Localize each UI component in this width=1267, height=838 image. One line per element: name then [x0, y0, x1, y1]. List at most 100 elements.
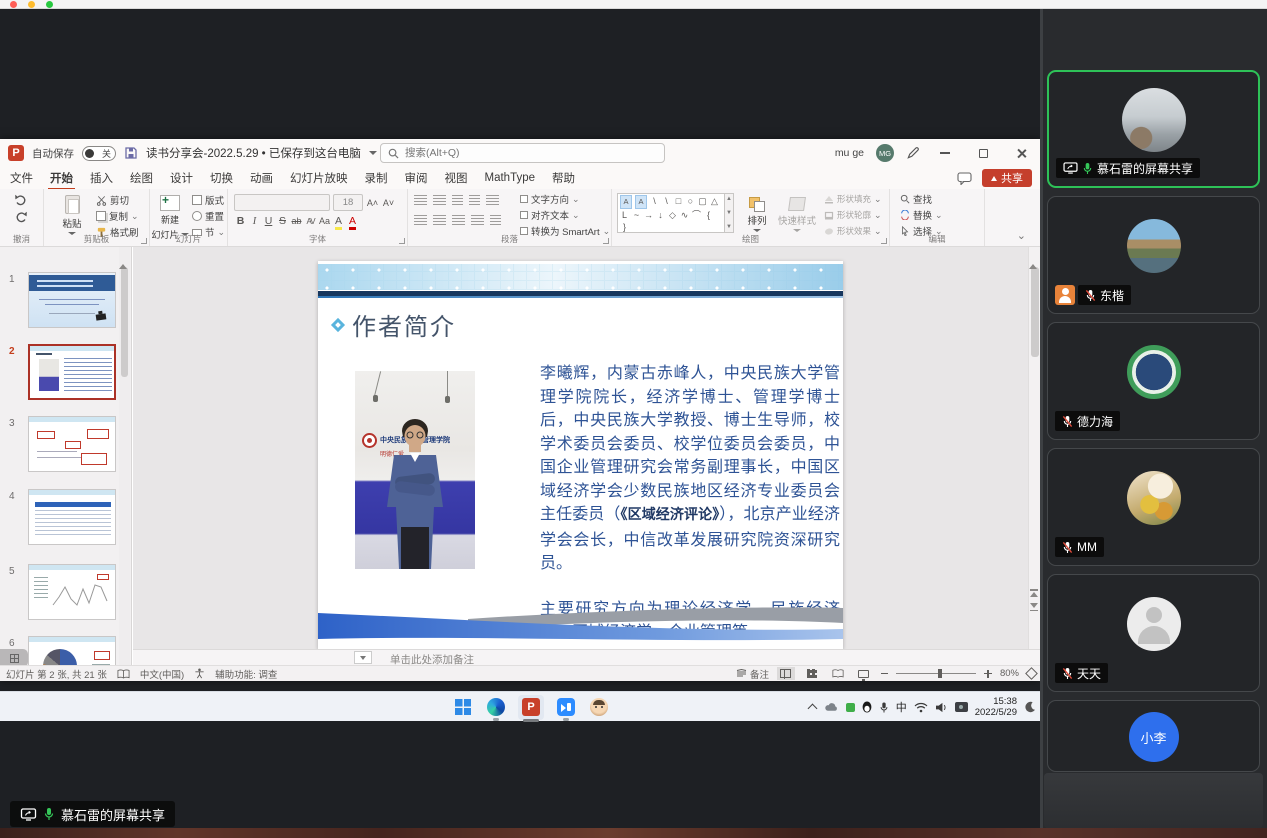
shape-outline-button[interactable]: 形状轮廓⌄ — [824, 208, 882, 222]
triangle-shape-icon[interactable]: △ — [710, 195, 719, 209]
focus-assist-moon-icon[interactable] — [1024, 701, 1036, 713]
align-center-icon[interactable] — [433, 215, 446, 226]
zoom-out-button[interactable] — [881, 673, 888, 675]
tab-file[interactable]: 文件 — [10, 170, 33, 186]
bullets-icon[interactable] — [414, 195, 427, 206]
line-spacing-icon[interactable] — [486, 195, 499, 206]
accessibility-button[interactable] — [194, 668, 205, 679]
onedrive-cloud-icon[interactable] — [824, 702, 839, 712]
arrange-button[interactable]: 排列 — [740, 193, 774, 232]
curve-connector-icon[interactable]: ~ — [632, 209, 641, 221]
camera-tray-icon[interactable] — [955, 702, 968, 712]
mac-minimize-button[interactable] — [28, 1, 35, 8]
decrease-indent-icon[interactable] — [452, 195, 463, 206]
title-dropdown-icon[interactable] — [369, 151, 377, 155]
fit-to-window-icon[interactable] — [1025, 667, 1038, 680]
arrow-shape-icon[interactable]: \ — [662, 195, 671, 209]
thumbnail-scrollbar[interactable] — [119, 247, 130, 665]
slide-sorter-view-button[interactable] — [803, 667, 821, 680]
italic-button[interactable] — [248, 215, 261, 227]
oval-shape-icon[interactable]: ○ — [686, 195, 695, 209]
participant-tile[interactable]: 东楷 — [1047, 196, 1260, 314]
powerpoint-taskbar-button[interactable]: P — [518, 695, 544, 720]
search-box[interactable] — [380, 143, 665, 163]
dialog-launcher-icon[interactable] — [881, 238, 887, 244]
participant-tile-sharing[interactable]: 慕石雷的屏幕共享 — [1047, 70, 1260, 188]
tab-draw[interactable]: 绘图 — [130, 170, 153, 186]
zoom-slider[interactable] — [896, 673, 976, 674]
search-input[interactable] — [405, 147, 635, 159]
scrollbar-thumb[interactable] — [121, 267, 128, 377]
strikethrough-button[interactable] — [276, 215, 289, 227]
copy-button[interactable]: 复制 ⌄ — [96, 209, 139, 223]
reset-button[interactable]: 重置 — [192, 209, 225, 223]
tab-view[interactable]: 视图 — [445, 170, 468, 186]
shapes-gallery[interactable]: A A \ \ □ ○ ▢ △ L ~ → ↓ ◇ ∿ ⌒ — [617, 193, 725, 233]
textbox-vertical-icon[interactable]: A — [635, 195, 647, 209]
character-spacing-button[interactable] — [304, 215, 317, 227]
shape-fill-button[interactable]: 形状填充⌄ — [824, 192, 882, 206]
tray-overflow-chevron-icon[interactable] — [809, 703, 817, 711]
elbow-connector-icon[interactable]: L — [620, 209, 629, 221]
brace-left-shape-icon[interactable]: { — [704, 209, 713, 221]
numbering-icon[interactable] — [433, 195, 446, 206]
autosave-toggle[interactable]: 关 — [82, 146, 116, 161]
taskbar-clock[interactable]: 15:38 2022/5/29 — [975, 696, 1017, 718]
slide-body-text[interactable]: 李曦辉，内蒙古赤峰人，中央民族大学管理学院院长，经济学博士、管理学博士后，中央民… — [540, 361, 840, 644]
tab-review[interactable]: 审阅 — [405, 170, 428, 186]
increase-indent-icon[interactable] — [469, 195, 480, 206]
cut-button[interactable]: 剪切 — [96, 193, 139, 207]
justify-icon[interactable] — [471, 215, 484, 226]
pen-mode-icon[interactable] — [906, 146, 920, 160]
tab-home[interactable]: 开始 — [50, 170, 73, 186]
layout-button[interactable]: 版式 — [192, 193, 225, 207]
rounded-rect-shape-icon[interactable]: ▢ — [698, 195, 707, 209]
parallelogram-shape-icon[interactable]: ◇ — [668, 209, 677, 221]
columns-icon[interactable] — [490, 215, 501, 226]
normal-view-button[interactable] — [777, 667, 795, 680]
dialog-launcher-icon[interactable] — [399, 238, 405, 244]
zoom-in-button[interactable] — [984, 670, 992, 678]
tab-slideshow[interactable]: 幻灯片放映 — [290, 170, 348, 186]
bold-button[interactable] — [234, 215, 247, 227]
zoom-slider-thumb[interactable] — [938, 669, 942, 678]
slide-canvas[interactable]: 作者简介 中央民族大学管理学院 明德仁爱 — [318, 261, 843, 649]
text-shadow-button[interactable] — [290, 215, 303, 227]
slide-thumbnail-5[interactable] — [28, 564, 116, 620]
change-case-button[interactable] — [318, 215, 331, 227]
dialog-launcher-icon[interactable] — [603, 238, 609, 244]
collapse-ribbon-icon[interactable]: ⌄ — [1017, 229, 1026, 242]
tab-insert[interactable]: 插入 — [90, 170, 113, 186]
slide-thumbnail-1[interactable] — [28, 272, 116, 328]
down-arrow-shape-icon[interactable]: ↓ — [656, 209, 665, 221]
tab-mathtype[interactable]: MathType — [485, 172, 536, 184]
rectangle-shape-icon[interactable]: □ — [674, 195, 683, 209]
zoom-level[interactable]: 80% — [1000, 668, 1019, 679]
notes-pane[interactable]: 单击此处添加备注 — [133, 649, 1040, 665]
wechat-tray-icon[interactable] — [846, 703, 855, 712]
tab-animations[interactable]: 动画 — [250, 170, 273, 186]
author-photo[interactable]: 中央民族大学管理学院 明德仁爱 — [355, 371, 475, 569]
document-title[interactable]: 读书分享会-2022.5.29 • 已保存到这台电脑 — [146, 145, 361, 161]
tab-design[interactable]: 设计 — [170, 170, 193, 186]
mac-close-button[interactable] — [10, 1, 17, 8]
save-icon[interactable] — [124, 146, 138, 160]
mac-zoom-button[interactable] — [46, 1, 53, 8]
participant-tile[interactable]: 天天 — [1047, 574, 1260, 692]
slide-thumbnail-6[interactable] — [28, 636, 116, 665]
participant-tile[interactable]: 德力海 — [1047, 322, 1260, 440]
quick-styles-button[interactable]: 快速样式 — [774, 193, 820, 232]
redo-button[interactable] — [14, 211, 28, 223]
find-button[interactable]: 查找 — [900, 192, 943, 206]
wifi-icon[interactable] — [914, 702, 928, 713]
previous-slide-button[interactable] — [1030, 589, 1038, 597]
font-color-button[interactable] — [346, 215, 359, 227]
align-left-icon[interactable] — [414, 215, 427, 226]
slide-title[interactable]: 作者简介 — [330, 307, 456, 342]
slide-thumbnail-3[interactable] — [28, 416, 116, 472]
share-button[interactable]: 共享 — [982, 169, 1032, 187]
notes-toggle-button[interactable]: 备注 — [736, 667, 769, 681]
scrollbar-thumb[interactable] — [1031, 267, 1039, 357]
input-method-indicator[interactable]: 中 — [896, 699, 907, 715]
meeting-app-button[interactable] — [555, 696, 577, 718]
